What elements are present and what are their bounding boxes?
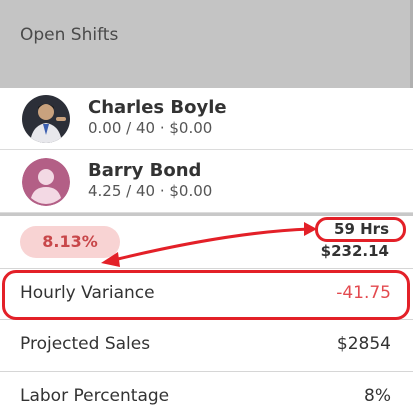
user-silhouette-icon bbox=[22, 158, 70, 206]
stat-row-projected-sales: Projected Sales $2854 bbox=[0, 320, 413, 372]
avatar-photo bbox=[22, 95, 70, 143]
total-cost: $232.14 bbox=[320, 242, 389, 260]
labor-percent-badge: 8.13% bbox=[20, 226, 120, 258]
employee-hours-cost: 4.25 / 40 · $0.00 bbox=[88, 182, 213, 200]
employee-name: Charles Boyle bbox=[88, 97, 227, 118]
stat-value: -41.75 bbox=[336, 283, 391, 303]
total-hours: 59 Hrs bbox=[334, 220, 389, 238]
stat-row-labor-percentage: Labor Percentage 8% bbox=[0, 372, 413, 415]
stat-value: 8% bbox=[364, 386, 391, 406]
employee-row-charles-boyle[interactable]: Charles Boyle 0.00 / 40 · $0.00 bbox=[0, 88, 413, 150]
stat-label: Hourly Variance bbox=[20, 283, 155, 303]
schedule-summary-panel: Open Shifts Charles Boyle 0.00 / 40 · $0… bbox=[0, 0, 413, 415]
stat-label: Labor Percentage bbox=[20, 386, 170, 406]
stat-value: $2854 bbox=[336, 334, 391, 354]
employee-name: Barry Bond bbox=[88, 160, 202, 181]
employee-row-barry-bond[interactable]: Barry Bond 4.25 / 40 · $0.00 bbox=[0, 151, 413, 213]
open-shifts-header[interactable]: Open Shifts bbox=[0, 0, 413, 88]
totals-summary: 8.13% 59 Hrs $232.14 bbox=[0, 216, 413, 266]
stat-row-hourly-variance: Hourly Variance -41.75 bbox=[0, 268, 413, 320]
header-title: Open Shifts bbox=[20, 25, 119, 45]
employee-hours-cost: 0.00 / 40 · $0.00 bbox=[88, 119, 213, 137]
stat-label: Projected Sales bbox=[20, 334, 151, 354]
